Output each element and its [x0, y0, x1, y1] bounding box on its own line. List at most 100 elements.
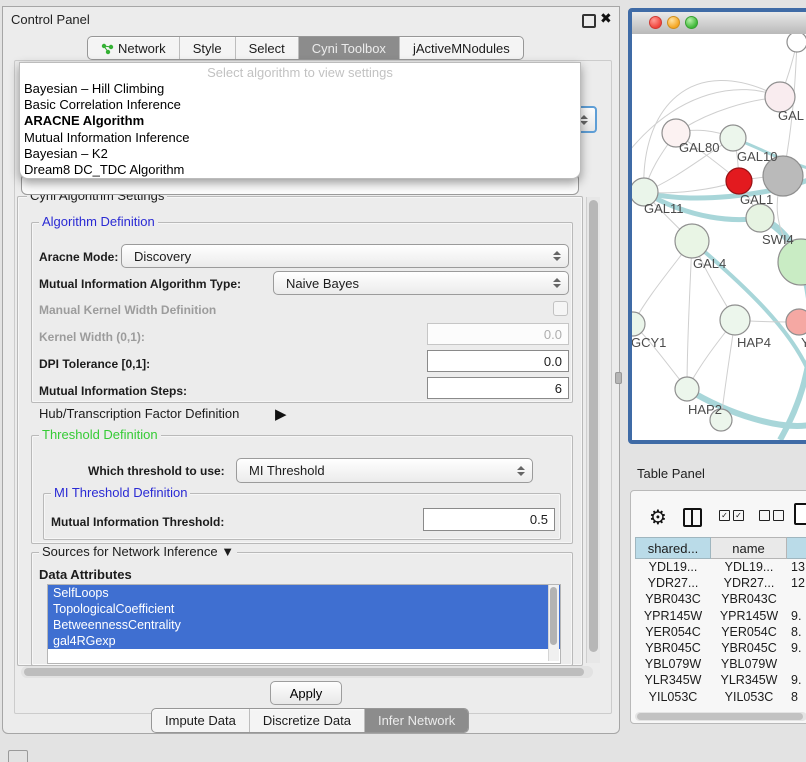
- new-column-icon[interactable]: [794, 503, 806, 525]
- sources-collapse-icon[interactable]: ▼: [221, 544, 234, 559]
- unselect-all-columns-icon[interactable]: [759, 510, 784, 521]
- mi-steps-field[interactable]: 6: [427, 377, 569, 399]
- table-row[interactable]: YDR27...YDR27...12: [635, 575, 806, 591]
- table-row[interactable]: YER054CYER054C8.: [635, 624, 806, 640]
- table-cell[interactable]: YIL053C: [711, 690, 787, 704]
- settings-vscroll-thumb[interactable]: [589, 200, 598, 652]
- table-cell[interactable]: YDR27...: [635, 576, 711, 590]
- close-window-icon[interactable]: [649, 16, 662, 29]
- table-cell[interactable]: YLR345W: [635, 673, 711, 687]
- tab-jactivemnodules[interactable]: jActiveMNodules: [399, 37, 523, 59]
- dpi-tolerance-field[interactable]: 0.0: [427, 350, 569, 372]
- column-header-shared-name[interactable]: shared...: [635, 537, 711, 559]
- network-node[interactable]: [632, 312, 645, 336]
- network-node[interactable]: [746, 204, 774, 232]
- dropdown-item[interactable]: Bayesian – Hill Climbing: [20, 81, 580, 97]
- pane-splitter-grip[interactable]: [615, 372, 622, 384]
- table-cell[interactable]: YER054C: [635, 625, 711, 639]
- tab-cyni-toolbox[interactable]: Cyni Toolbox: [298, 37, 399, 59]
- kernel-width-field[interactable]: 0.0: [427, 323, 569, 345]
- network-node[interactable]: [720, 305, 750, 335]
- table-row[interactable]: YBL079WYBL079W: [635, 656, 806, 672]
- show-columns-icon[interactable]: [683, 508, 702, 527]
- settings-hscroll-thumb[interactable]: [24, 668, 584, 676]
- network-window-titlebar[interactable]: [632, 12, 806, 35]
- table-row[interactable]: YLR345WYLR345W9.: [635, 672, 806, 688]
- table-cell[interactable]: YDL19...: [711, 560, 787, 574]
- list-item[interactable]: TopologicalCoefficient: [48, 601, 560, 617]
- table-cell[interactable]: YBR045C: [711, 641, 787, 655]
- table-cell[interactable]: 12: [787, 576, 806, 590]
- mi-threshold-field[interactable]: 0.5: [423, 508, 555, 531]
- table-cell[interactable]: YDR27...: [711, 576, 787, 590]
- table-row[interactable]: YPR145WYPR145W9.: [635, 608, 806, 624]
- table-cell[interactable]: YER054C: [711, 625, 787, 639]
- table-cell[interactable]: YBR043C: [711, 592, 787, 606]
- tab-network[interactable]: Network: [88, 37, 179, 59]
- column-header-name[interactable]: name: [711, 537, 787, 559]
- table-row[interactable]: YIL053CYIL053C8: [635, 689, 806, 705]
- column-header-partial[interactable]: A: [787, 537, 806, 559]
- tab-style[interactable]: Style: [179, 37, 235, 59]
- dropdown-item[interactable]: Mutual Information Inference: [20, 130, 580, 146]
- table-row[interactable]: YDL19...YDL19...13: [635, 559, 806, 575]
- table-row[interactable]: YBR045CYBR045C9.: [635, 640, 806, 656]
- dropdown-item[interactable]: Dream8 DC_TDC Algorithm: [20, 162, 580, 178]
- list-item[interactable]: gal4RGexp: [48, 633, 560, 649]
- dropdown-item-aracne[interactable]: ARACNE Algorithm: [20, 113, 580, 129]
- table-cell[interactable]: YPR145W: [635, 609, 711, 623]
- algorithm-dropdown-popup: Select algorithm to view settings Bayesi…: [19, 62, 581, 179]
- list-scrollbar-thumb[interactable]: [550, 587, 557, 645]
- manual-kernel-width-checkbox[interactable]: [553, 301, 568, 316]
- stepper-arrows-icon: [553, 251, 561, 261]
- network-node[interactable]: [786, 309, 806, 335]
- table-cell[interactable]: 8: [787, 690, 806, 704]
- table-horizontal-scrollbar[interactable]: [635, 712, 806, 721]
- apply-button[interactable]: Apply: [270, 681, 342, 705]
- table-cell[interactable]: 13: [787, 560, 806, 574]
- table-cell[interactable]: YPR145W: [711, 609, 787, 623]
- table-settings-gear-icon[interactable]: ⚙: [649, 505, 667, 530]
- list-scrollbar[interactable]: [548, 585, 559, 661]
- table-hscroll-thumb[interactable]: [637, 713, 803, 720]
- network-node[interactable]: [787, 34, 806, 52]
- close-panel-icon[interactable]: ✖: [600, 10, 612, 27]
- list-item[interactable]: BetweennessCentrality: [48, 617, 560, 633]
- network-tab-icon: [101, 42, 114, 55]
- table-cell[interactable]: YBR045C: [635, 641, 711, 655]
- table-cell[interactable]: YLR345W: [711, 673, 787, 687]
- select-all-columns-icon[interactable]: ✓ ✓: [719, 510, 744, 521]
- tab-infer-network[interactable]: Infer Network: [364, 709, 468, 732]
- zoom-window-icon[interactable]: [685, 16, 698, 29]
- table-row[interactable]: YBR043CYBR043C: [635, 591, 806, 607]
- tab-impute-data[interactable]: Impute Data: [152, 709, 249, 732]
- float-panel-icon[interactable]: [582, 14, 596, 28]
- table-cell[interactable]: YBL079W: [711, 657, 787, 671]
- table-cell[interactable]: 9.: [787, 673, 806, 687]
- tab-select[interactable]: Select: [235, 37, 298, 59]
- network-node[interactable]: [726, 168, 752, 194]
- hub-expander-icon[interactable]: ▶: [275, 405, 287, 423]
- mi-algorithm-type-combobox[interactable]: Naive Bayes: [273, 271, 569, 295]
- table-cell[interactable]: 9.: [787, 641, 806, 655]
- network-canvas[interactable]: GALGAL80GAL10GAL1GAL11SWI4GAL4GCY1HAP4YH…: [632, 34, 806, 440]
- minimize-window-icon[interactable]: [667, 16, 680, 29]
- network-node[interactable]: [675, 224, 709, 258]
- table-cell[interactable]: YBL079W: [635, 657, 711, 671]
- network-node[interactable]: [720, 125, 746, 151]
- table-cell[interactable]: 8.: [787, 625, 806, 639]
- network-node[interactable]: [675, 377, 699, 401]
- settings-horizontal-scrollbar[interactable]: [21, 666, 593, 678]
- dropdown-item[interactable]: Bayesian – K2: [20, 146, 580, 162]
- table-cell[interactable]: 9.: [787, 609, 806, 623]
- which-threshold-combobox[interactable]: MI Threshold: [236, 458, 533, 483]
- table-cell[interactable]: YBR043C: [635, 592, 711, 606]
- settings-vertical-scrollbar[interactable]: [586, 197, 600, 663]
- aracne-mode-combobox[interactable]: Discovery: [121, 244, 569, 268]
- dropdown-item[interactable]: Basic Correlation Inference: [20, 97, 580, 113]
- bottom-left-corner-button[interactable]: [8, 750, 28, 762]
- table-cell[interactable]: YIL053C: [635, 690, 711, 704]
- list-item[interactable]: SelfLoops: [48, 585, 560, 601]
- tab-discretize-data[interactable]: Discretize Data: [249, 709, 364, 732]
- table-cell[interactable]: YDL19...: [635, 560, 711, 574]
